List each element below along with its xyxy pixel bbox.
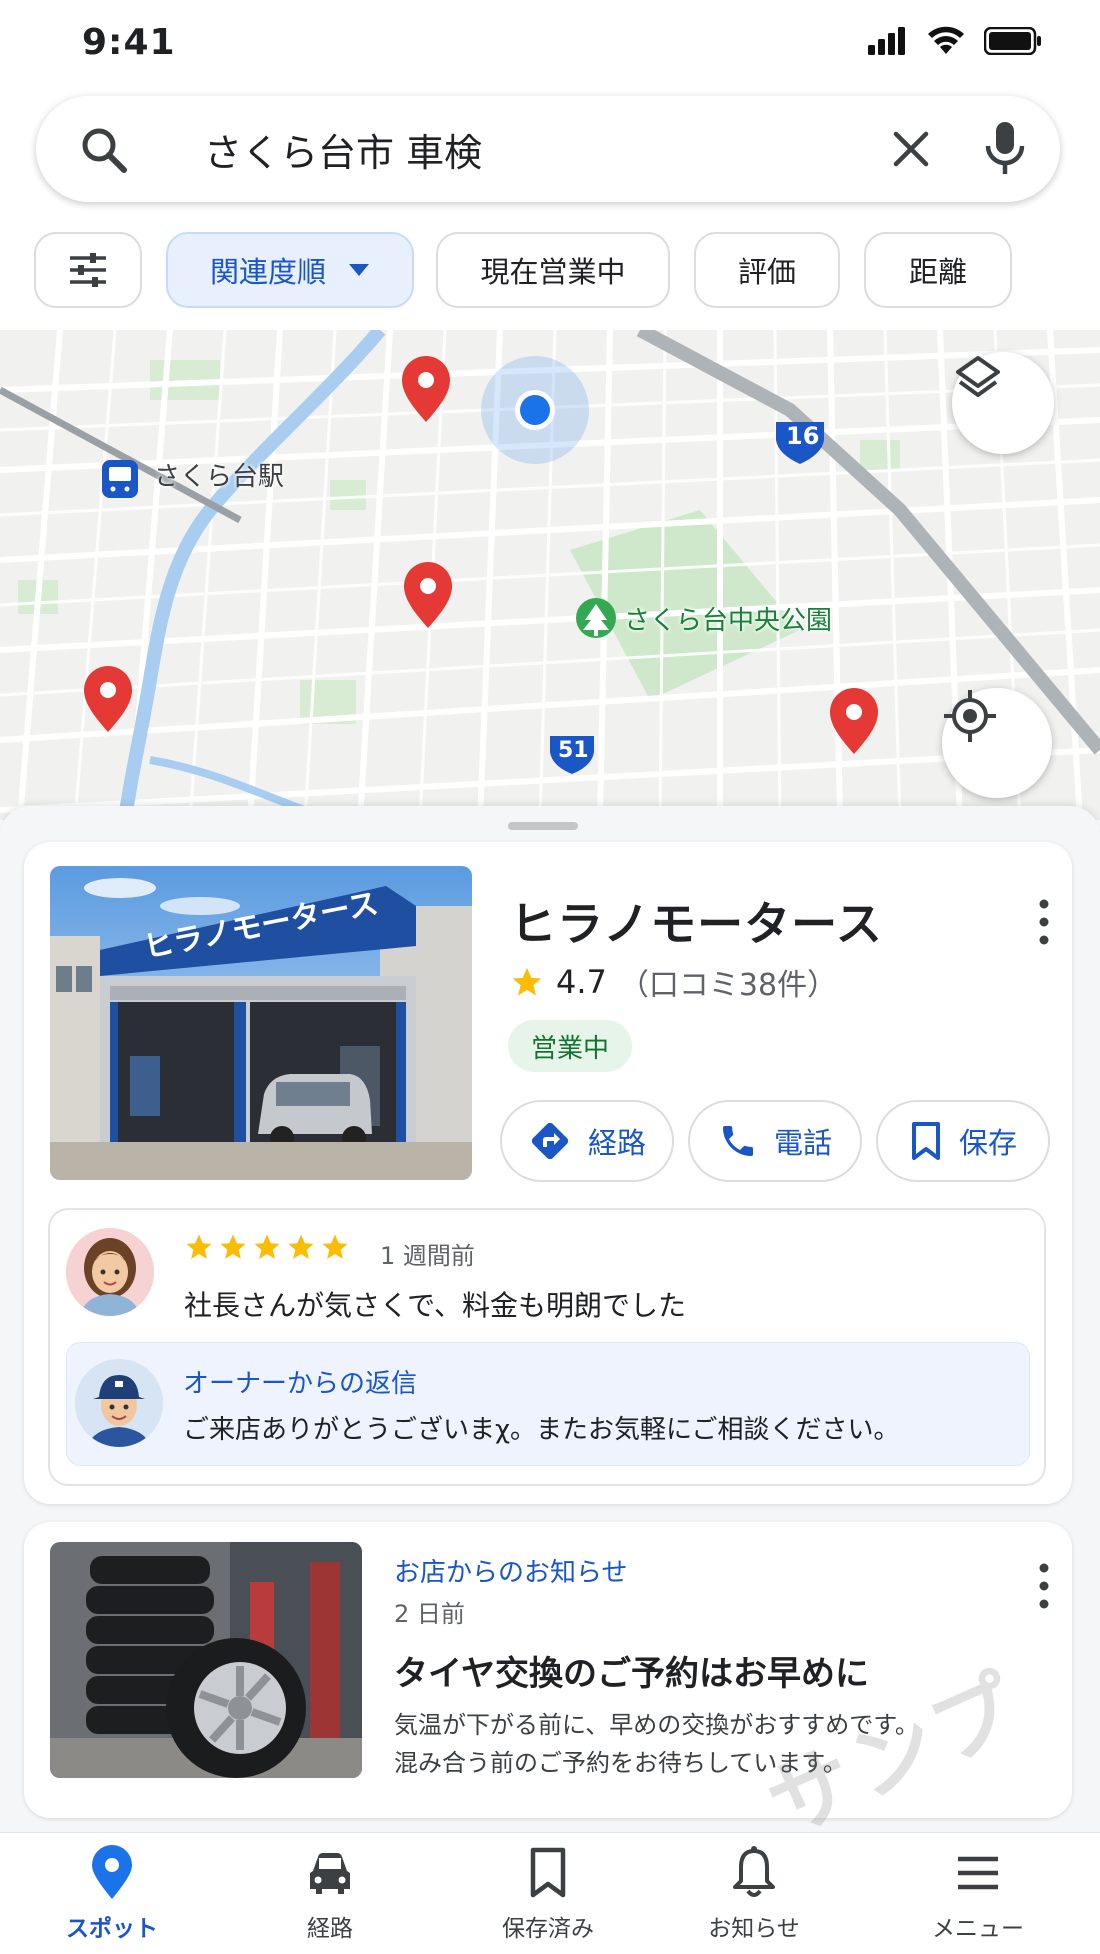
chip-label: 現在営業中	[480, 255, 626, 289]
route-51-label: 51	[558, 738, 589, 763]
directions-button[interactable]: 経路	[500, 1100, 674, 1182]
nav-item-spot[interactable]: スポット	[22, 1845, 202, 1954]
open-now-chip[interactable]: 現在営業中	[436, 232, 670, 308]
more-options-icon[interactable]	[1024, 1556, 1064, 1616]
map-layers-button[interactable]	[952, 352, 1054, 454]
menu-icon	[958, 1856, 998, 1890]
tune-icon	[70, 253, 106, 287]
nav-label: 保存済み	[502, 1916, 594, 1942]
reviewer-avatar	[66, 1228, 154, 1316]
star-icon	[186, 1234, 212, 1259]
phone-icon	[722, 1126, 753, 1156]
park-label: さくら台中央公園	[624, 606, 833, 636]
map-pin[interactable]	[84, 666, 132, 732]
bookmark-icon	[911, 1122, 940, 1160]
more-options-icon[interactable]	[1024, 892, 1064, 952]
notice-label: お店からのお知らせ	[394, 1558, 628, 1588]
notice-date: 2 日前	[394, 1600, 465, 1628]
microphone-icon[interactable]	[980, 120, 1030, 178]
shop-name[interactable]: ヒラノモータース	[510, 888, 883, 954]
star-icon	[220, 1234, 246, 1259]
bookmark-icon	[530, 1847, 566, 1898]
map-view[interactable]: さくら台駅 さくら台中央公園 16 51	[0, 330, 1100, 820]
status-icons	[868, 26, 1042, 56]
directions-icon	[531, 1122, 569, 1160]
rating-row: 4.7 （口コミ38件）	[510, 960, 837, 1004]
my-location-button[interactable]	[942, 688, 1052, 798]
review-stars	[184, 1232, 350, 1262]
battery-icon	[984, 27, 1041, 55]
nav-item-saved[interactable]: 保存済み	[458, 1845, 638, 1954]
review-item[interactable]: 1 週間前 社長さんが気さくで、料金も明朗でした オーナーからの返信 ご来店あり…	[48, 1208, 1046, 1486]
owner-avatar	[75, 1359, 163, 1447]
wifi-icon	[928, 26, 964, 54]
status-time: 9:41	[82, 22, 176, 63]
owner-reply-label: オーナーからの返信	[183, 1369, 418, 1399]
search-icon[interactable]	[78, 124, 130, 176]
layers-icon	[956, 356, 1000, 397]
save-button[interactable]: 保存	[876, 1100, 1050, 1182]
owner-reply: オーナーからの返信 ご来店ありがとうございまχ。またお気軽にご相談ください。	[66, 1342, 1030, 1466]
owner-reply-text: ご来店ありがとうございまχ。またお気軽にご相談ください。	[183, 1415, 900, 1445]
search-input[interactable]: さくら台市 車検	[204, 122, 482, 177]
rating-chip[interactable]: 評価	[694, 232, 840, 308]
notice-title[interactable]: タイヤ交換のご予約はお早めに	[394, 1646, 869, 1695]
sort-relevance-chip[interactable]: 関連度順	[166, 232, 414, 308]
filter-settings-button[interactable]	[34, 232, 142, 308]
call-label: 電話	[773, 1126, 832, 1160]
park-icon	[576, 598, 616, 638]
train-station-icon	[102, 460, 138, 498]
star-icon	[254, 1234, 280, 1259]
save-label: 保存	[958, 1126, 1017, 1160]
star-icon	[512, 967, 542, 996]
chip-label: 関連度順	[209, 255, 326, 289]
bottom-navigation: スポット 経路 保存済み お知らせ メニュー	[0, 1832, 1100, 1954]
dropdown-arrow-icon	[349, 264, 369, 276]
review-text: 社長さんが気さくで、料金も明朗でした	[184, 1289, 687, 1322]
nav-label: お知らせ	[708, 1916, 800, 1942]
chip-label: 距離	[908, 255, 967, 289]
map-canvas	[0, 330, 1100, 820]
route-16-label: 16	[786, 422, 820, 450]
shop-card[interactable]: ヒラノモータース ヒラノモータース 4.7 （口コミ38件） 営業中 経路 電話…	[24, 842, 1072, 1504]
sheet-drag-handle[interactable]	[508, 822, 578, 830]
chip-label: 評価	[737, 255, 796, 289]
review-count[interactable]: （口コミ38件）	[619, 960, 837, 1004]
close-icon[interactable]	[888, 126, 934, 172]
current-location-dot	[481, 356, 589, 464]
distance-chip[interactable]: 距離	[864, 232, 1012, 308]
directions-label: 経路	[587, 1126, 646, 1160]
star-icon	[322, 1234, 348, 1259]
signal-icon	[868, 27, 905, 55]
map-pin[interactable]	[404, 562, 452, 628]
nav-item-menu[interactable]: メニュー	[888, 1845, 1068, 1954]
nav-label: スポット	[66, 1916, 158, 1942]
status-bar: 9:41	[0, 0, 1100, 90]
nav-label: メニュー	[932, 1916, 1024, 1942]
review-time: 1 週間前	[380, 1242, 475, 1270]
open-status-badge: 営業中	[508, 1020, 632, 1072]
rating-value: 4.7	[556, 963, 607, 1001]
place-icon	[92, 1845, 132, 1899]
tires-photo[interactable]	[50, 1542, 362, 1778]
search-bar[interactable]: さくら台市 車検	[36, 96, 1060, 202]
star-icon	[288, 1234, 314, 1259]
station-label: さくら台駅	[154, 462, 285, 492]
bell-icon	[733, 1846, 775, 1897]
nav-item-route[interactable]: 経路	[240, 1845, 420, 1954]
crosshair-icon	[944, 690, 996, 742]
nav-label: 経路	[307, 1916, 353, 1942]
call-button[interactable]: 電話	[688, 1100, 862, 1182]
car-icon	[310, 1853, 350, 1894]
shop-photo[interactable]: ヒラノモータース	[50, 866, 472, 1180]
nav-item-notifications[interactable]: お知らせ	[664, 1845, 844, 1954]
